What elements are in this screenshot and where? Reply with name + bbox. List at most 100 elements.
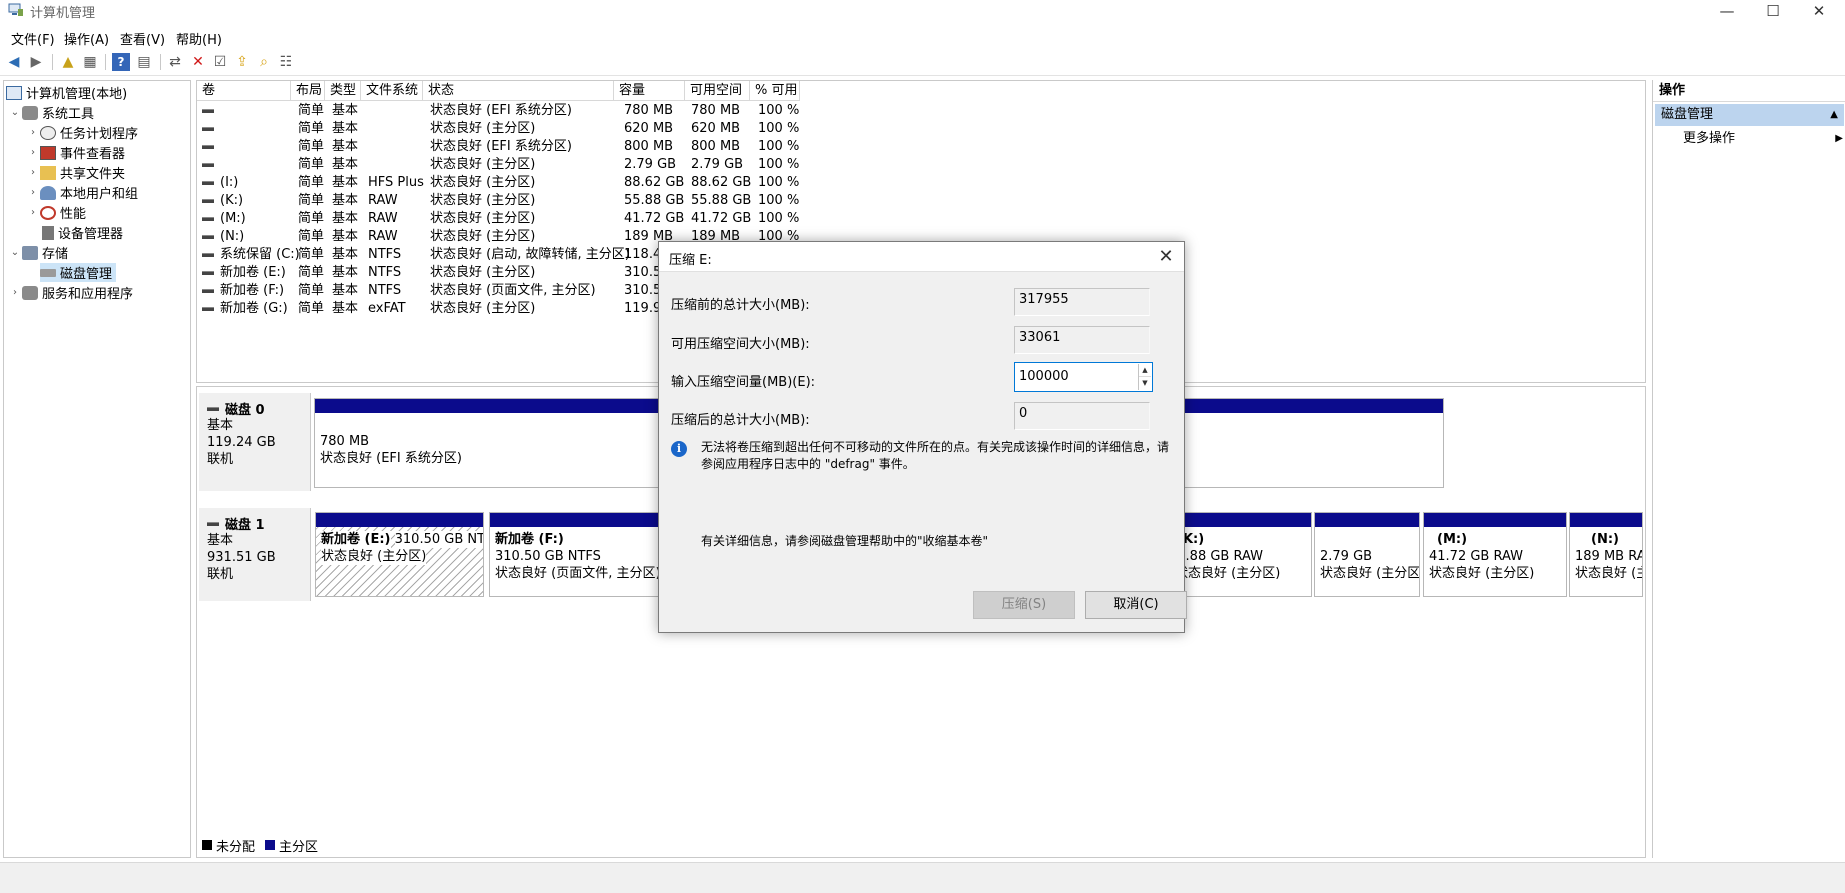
- col-capacity[interactable]: 容量: [614, 81, 685, 101]
- table-row[interactable]: 简单 基本 状态良好 (主分区) 620 MB 620 MB 100 %: [197, 120, 1645, 138]
- col-free[interactable]: 可用空间: [685, 81, 750, 101]
- help-message: 有关详细信息，请参阅磁盘管理帮助中的"收缩基本卷": [701, 534, 989, 548]
- cell-filesystem: RAW: [368, 229, 398, 244]
- cell-filesystem: NTFS: [368, 265, 402, 280]
- cell-status: 状态良好 (主分区): [430, 229, 536, 244]
- disk1-label[interactable]: 磁盘 1 基本 931.51 GB 联机: [199, 508, 311, 601]
- cell-volume: (I:): [202, 174, 238, 192]
- cell-volume: 新加卷 (E:): [202, 264, 286, 282]
- properties-icon[interactable]: ▤: [135, 53, 153, 71]
- disk0-label[interactable]: 磁盘 0 基本 119.24 GB 联机: [199, 393, 311, 491]
- disk1-part-m[interactable]: (M:) 41.72 GB RAW 状态良好 (主分区): [1423, 512, 1567, 597]
- chevron-right-icon[interactable]: ›: [26, 147, 40, 158]
- close-button[interactable]: ✕: [1796, 0, 1842, 22]
- spin-up-icon[interactable]: ▲: [1139, 364, 1151, 377]
- tree-system-tools[interactable]: ⌄ 系统工具: [8, 103, 94, 122]
- cell-pct-free: 100 %: [758, 157, 800, 172]
- col-pct-free[interactable]: % 可用: [750, 81, 800, 101]
- cell-capacity: 620 MB: [624, 121, 674, 136]
- actions-section-disk-management[interactable]: 磁盘管理 ▲: [1655, 104, 1844, 126]
- table-row[interactable]: 简单 基本 状态良好 (EFI 系统分区) 780 MB 780 MB 100 %: [197, 102, 1645, 120]
- window-title: 计算机管理: [30, 6, 96, 21]
- list-view-icon[interactable]: ☷: [277, 53, 295, 71]
- chevron-right-icon[interactable]: ›: [26, 127, 40, 138]
- dialog-close-icon[interactable]: ✕: [1151, 244, 1181, 270]
- chevron-right-icon[interactable]: ›: [26, 167, 40, 178]
- disk1-part-n[interactable]: (N:) 189 MB RA 状态良好 (主: [1569, 512, 1643, 597]
- shrink-amount-input[interactable]: 100000 ▲ ▼: [1014, 362, 1153, 392]
- connect-icon[interactable]: ⇄: [166, 53, 184, 71]
- menu-help[interactable]: 帮助(H): [176, 29, 222, 48]
- col-volume[interactable]: 卷: [197, 81, 291, 101]
- menu-view[interactable]: 查看(V): [120, 29, 165, 48]
- more-actions[interactable]: 更多操作 ▶: [1683, 128, 1843, 150]
- tree-device-manager[interactable]: 设备管理器: [26, 223, 123, 242]
- volume-name: (N:): [220, 229, 245, 244]
- chevron-down-icon[interactable]: ⌄: [8, 107, 22, 118]
- table-row[interactable]: 简单 基本 状态良好 (EFI 系统分区) 800 MB 800 MB 100 %: [197, 138, 1645, 156]
- partition-status: 状态良好 (主: [1575, 566, 1642, 581]
- collapse-up-icon[interactable]: ▲: [1830, 104, 1838, 126]
- chevron-down-icon[interactable]: ⌄: [8, 247, 22, 258]
- disk1-part-e[interactable]: 新加卷 (E:) 310.50 GB NTFS 状态良好 (主分区): [315, 512, 484, 597]
- minimize-button[interactable]: —: [1704, 0, 1750, 22]
- tree-root[interactable]: 计算机管理(本地): [6, 83, 127, 102]
- tree-shared-folders[interactable]: › 共享文件夹: [26, 163, 125, 182]
- chevron-right-icon[interactable]: ›: [26, 207, 40, 218]
- cell-volume: 系统保留 (C:): [202, 246, 300, 264]
- maximize-button[interactable]: ☐: [1750, 0, 1796, 22]
- tree-local-users[interactable]: › 本地用户和组: [26, 183, 138, 202]
- col-filesystem[interactable]: 文件系统: [361, 81, 423, 101]
- shrink-amount-stepper[interactable]: ▲ ▼: [1138, 364, 1151, 390]
- col-layout[interactable]: 布局: [291, 81, 325, 101]
- cell-volume: [202, 120, 220, 138]
- volume-icon: [202, 288, 214, 293]
- cell-filesystem: NTFS: [368, 247, 402, 262]
- up-folder-icon[interactable]: ▲: [59, 53, 77, 71]
- forward-icon[interactable]: ▶: [27, 53, 45, 71]
- title-bar: 计算机管理 — ☐ ✕: [0, 0, 1845, 22]
- table-row[interactable]: 简单 基本 状态良好 (主分区) 2.79 GB 2.79 GB 100 %: [197, 156, 1645, 174]
- volume-icon: [202, 162, 214, 167]
- col-status[interactable]: 状态: [423, 81, 614, 101]
- menu-file[interactable]: 文件(F): [11, 29, 55, 48]
- tree-services[interactable]: › 服务和应用程序: [8, 283, 133, 302]
- shrink-button[interactable]: 压缩(S): [973, 591, 1075, 619]
- table-row[interactable]: (M:) 简单 基本 RAW 状态良好 (主分区) 41.72 GB 41.72 GB 100…: [197, 210, 1645, 228]
- partition-size: 55.88 GB RAW: [1185, 549, 1264, 564]
- tree-task-scheduler[interactable]: › 任务计划程序: [26, 123, 138, 142]
- cell-layout: 简单: [298, 301, 325, 316]
- disk1-part-unnamed[interactable]: 2.79 GB 状态良好 (主分区: [1314, 512, 1420, 597]
- tree-event-viewer[interactable]: › 事件查看器: [26, 143, 125, 162]
- cell-capacity: 41.72 GB: [624, 211, 685, 226]
- tree-storage[interactable]: ⌄ 存储: [8, 243, 68, 262]
- menu-action[interactable]: 操作(A): [64, 29, 109, 48]
- tree-performance[interactable]: › 性能: [26, 203, 86, 222]
- storage-icon: [22, 245, 38, 260]
- cell-volume: 新加卷 (F:): [202, 282, 284, 300]
- spin-down-icon[interactable]: ▼: [1139, 377, 1151, 390]
- chevron-right-icon[interactable]: ›: [8, 287, 22, 298]
- checklist-icon[interactable]: ☑: [211, 53, 229, 71]
- col-type[interactable]: 类型: [325, 81, 361, 101]
- tree-label: 性能: [60, 207, 87, 222]
- back-icon[interactable]: ◀: [5, 53, 23, 71]
- cancel-button[interactable]: 取消(C): [1085, 591, 1187, 619]
- folder-up-icon[interactable]: ⇪: [233, 53, 251, 71]
- disk0-name: 磁盘 0: [225, 403, 265, 418]
- search-folder-icon[interactable]: ⌕: [255, 53, 273, 71]
- cell-volume: (K:): [202, 192, 243, 210]
- volume-name: 新加卷 (F:): [220, 283, 285, 298]
- partition-body: (N:) 189 MB RA 状态良好 (主: [1570, 527, 1642, 586]
- help-icon[interactable]: ?: [112, 53, 130, 71]
- table-row[interactable]: (I:) 简单 基本 HFS Plus 状态良好 (主分区) 88.62 GB 88.62 …: [197, 174, 1645, 192]
- tree-disk-management[interactable]: 磁盘管理: [40, 263, 117, 282]
- disk1-part-k[interactable]: (K:) 55.88 GB RAW 状态良好 (主分区): [1184, 512, 1312, 597]
- chevron-right-icon[interactable]: ›: [26, 187, 40, 198]
- table-row[interactable]: (K:) 简单 基本 RAW 状态良好 (主分区) 55.88 GB 55.88 GB 100…: [197, 192, 1645, 210]
- delete-icon[interactable]: ✕: [189, 53, 207, 71]
- cell-status: 状态良好 (主分区): [430, 175, 536, 190]
- show-hide-tree-icon[interactable]: ▦: [81, 53, 99, 71]
- legend-primary-swatch: [265, 840, 276, 850]
- tree-root-label: 计算机管理(本地): [26, 87, 128, 102]
